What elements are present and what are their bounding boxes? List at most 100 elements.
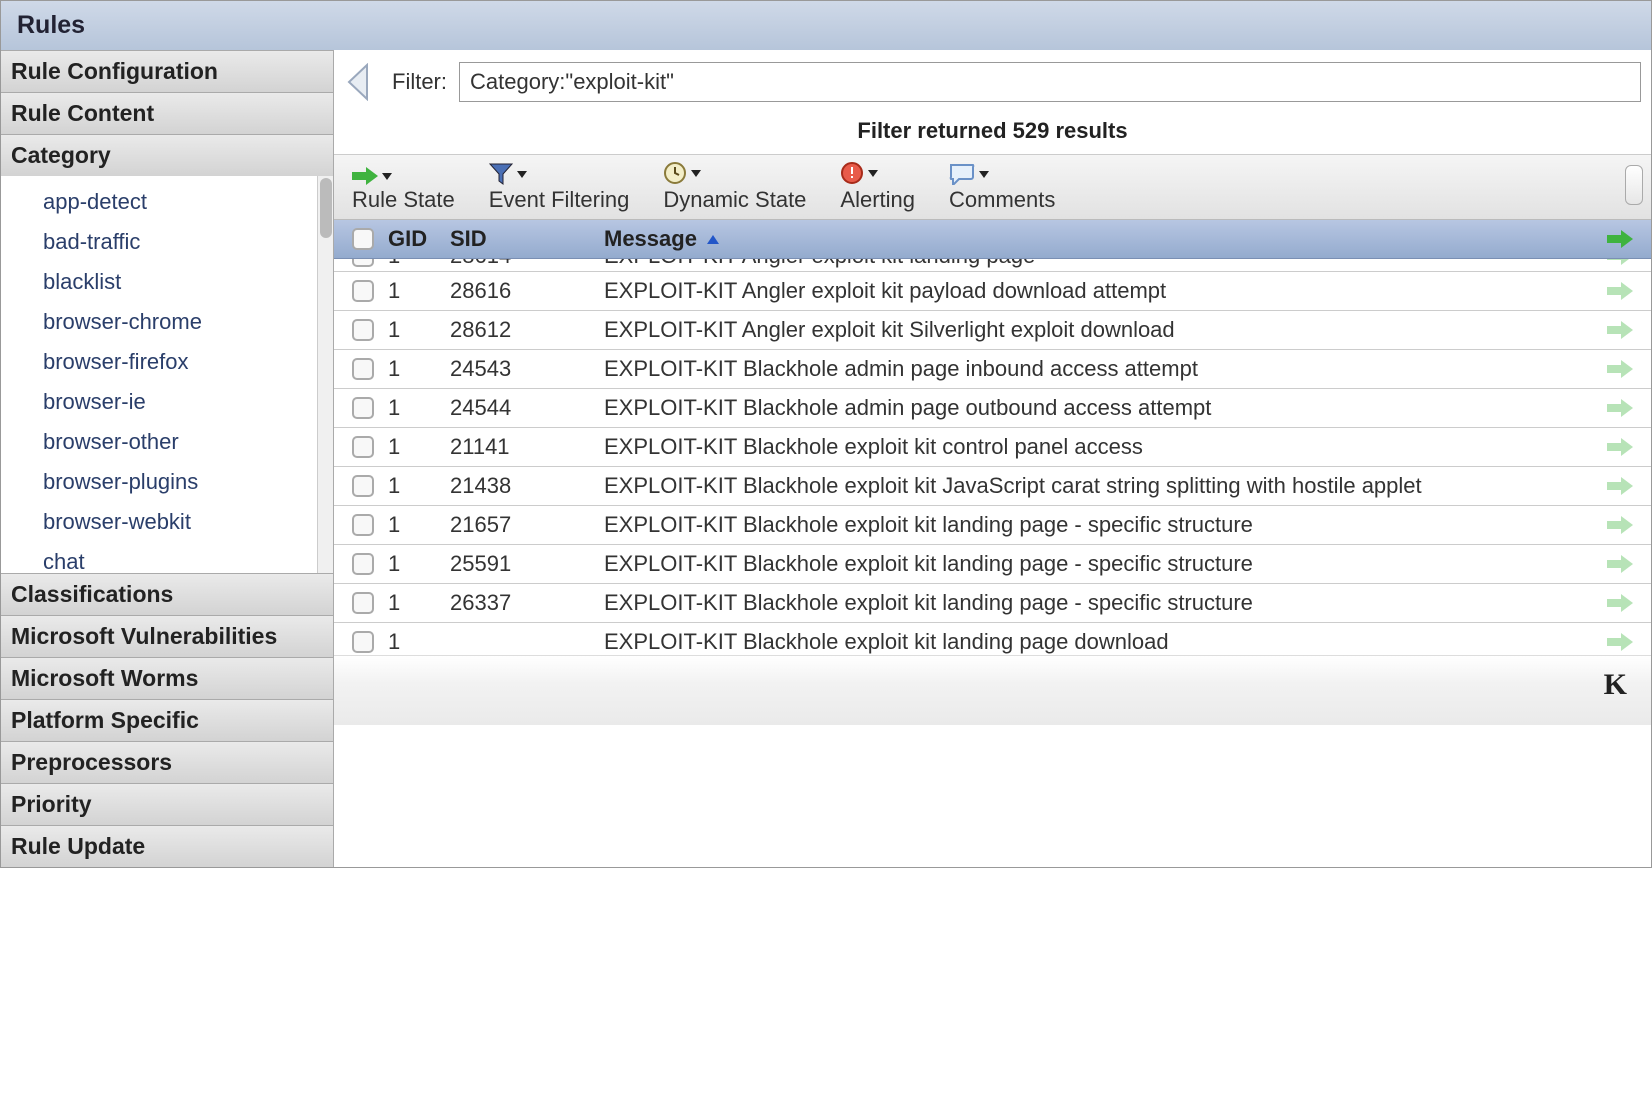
arrow-right-icon[interactable] <box>1607 477 1633 495</box>
table-row[interactable]: 121657EXPLOIT-KIT Blackhole exploit kit … <box>334 506 1651 545</box>
cell-gid: 1 <box>388 317 450 343</box>
sidebar-scroll-thumb[interactable] <box>320 178 332 238</box>
sidebar-section[interactable]: Priority <box>1 783 333 825</box>
caret-down-icon <box>979 171 989 178</box>
table-body: 128614EXPLOIT-KIT Angler exploit kit lan… <box>334 259 1651 655</box>
row-checkbox[interactable] <box>352 592 374 614</box>
cell-message: EXPLOIT-KIT Angler exploit kit Silverlig… <box>604 317 1589 343</box>
sidebar-section[interactable]: Rule Content <box>1 92 333 134</box>
table-row[interactable]: 128612EXPLOIT-KIT Angler exploit kit Sil… <box>334 311 1651 350</box>
column-gid[interactable]: GID <box>388 226 450 252</box>
page-title: Rules <box>1 1 1651 50</box>
table-row[interactable]: 124544EXPLOIT-KIT Blackhole admin page o… <box>334 389 1651 428</box>
sidebar-item[interactable]: browser-chrome <box>1 302 333 342</box>
cell-gid: 1 <box>388 278 450 304</box>
cell-message: EXPLOIT-KIT Blackhole exploit kit landin… <box>604 512 1589 538</box>
arrow-right-icon[interactable] <box>1607 555 1633 573</box>
cell-message: EXPLOIT-KIT Blackhole exploit kit landin… <box>604 629 1589 655</box>
table-row[interactable]: 124543EXPLOIT-KIT Blackhole admin page i… <box>334 350 1651 389</box>
sidebar-section[interactable]: Rule Configuration <box>1 50 333 92</box>
first-page-button[interactable]: K <box>1604 668 1627 702</box>
sidebar-item[interactable]: browser-plugins <box>1 462 333 502</box>
sidebar-scrollbar[interactable] <box>317 176 333 573</box>
arrow-right-icon[interactable] <box>1607 360 1633 378</box>
cell-sid: 24543 <box>450 356 604 382</box>
arrow-right-icon[interactable] <box>1607 516 1633 534</box>
sidebar-item[interactable]: browser-other <box>1 422 333 462</box>
arrow-right-icon[interactable] <box>1607 594 1633 612</box>
cell-sid: 28614 <box>450 259 604 269</box>
dynamic-state-menu[interactable]: Dynamic State <box>663 161 806 213</box>
arrow-right-icon[interactable] <box>1607 259 1633 265</box>
toolbar-right-button[interactable] <box>1625 165 1643 205</box>
sidebar-section[interactable]: Rule Update <box>1 825 333 867</box>
back-arrow-icon[interactable] <box>344 62 374 102</box>
row-checkbox[interactable] <box>352 397 374 419</box>
sidebar-section[interactable]: Microsoft Worms <box>1 657 333 699</box>
row-checkbox[interactable] <box>352 280 374 302</box>
sidebar-item[interactable]: browser-ie <box>1 382 333 422</box>
cell-message: EXPLOIT-KIT Blackhole exploit kit JavaSc… <box>604 473 1589 499</box>
arrow-right-icon[interactable] <box>1607 399 1633 417</box>
sidebar-section[interactable]: Microsoft Vulnerabilities <box>1 615 333 657</box>
table-row[interactable]: 125591EXPLOIT-KIT Blackhole exploit kit … <box>334 545 1651 584</box>
alert-icon <box>840 161 864 185</box>
sidebar-section[interactable]: Classifications <box>1 573 333 615</box>
cell-message: EXPLOIT-KIT Angler exploit kit landing p… <box>604 259 1589 269</box>
arrow-right-icon[interactable] <box>1607 438 1633 456</box>
table-row[interactable]: 121438EXPLOIT-KIT Blackhole exploit kit … <box>334 467 1651 506</box>
column-sid[interactable]: SID <box>450 226 604 252</box>
funnel-icon <box>489 163 513 185</box>
row-checkbox[interactable] <box>352 436 374 458</box>
cell-gid: 1 <box>388 473 450 499</box>
toolbar: Rule State Event Filtering Dynamic State <box>334 154 1651 220</box>
row-checkbox[interactable] <box>352 475 374 497</box>
row-checkbox[interactable] <box>352 358 374 380</box>
rule-state-menu[interactable]: Rule State <box>352 167 455 213</box>
cell-message: EXPLOIT-KIT Blackhole exploit kit landin… <box>604 590 1589 616</box>
column-message[interactable]: Message <box>604 226 1589 252</box>
filter-input[interactable] <box>459 62 1641 102</box>
table-row[interactable]: 128614EXPLOIT-KIT Angler exploit kit lan… <box>334 259 1651 272</box>
sidebar-section[interactable]: Platform Specific <box>1 699 333 741</box>
row-checkbox[interactable] <box>352 259 374 267</box>
row-checkbox[interactable] <box>352 553 374 575</box>
cell-sid: 21657 <box>450 512 604 538</box>
cell-gid: 1 <box>388 512 450 538</box>
cell-sid: 28612 <box>450 317 604 343</box>
sidebar-section[interactable]: Preprocessors <box>1 741 333 783</box>
table-row[interactable]: 126337EXPLOIT-KIT Blackhole exploit kit … <box>334 584 1651 623</box>
main-panel: Filter: Filter returned 529 results Rule… <box>334 50 1651 867</box>
cell-sid: 25591 <box>450 551 604 577</box>
sidebar-item[interactable]: chat <box>1 542 333 573</box>
alerting-menu[interactable]: Alerting <box>840 161 915 213</box>
rule-state-label: Rule State <box>352 187 455 213</box>
sidebar-section[interactable]: Category <box>1 134 333 176</box>
category-list: app-detectbad-trafficblacklistbrowser-ch… <box>1 176 333 573</box>
dynamic-state-label: Dynamic State <box>663 187 806 213</box>
arrow-right-icon[interactable] <box>1607 633 1633 651</box>
sidebar-item[interactable]: bad-traffic <box>1 222 333 262</box>
comments-menu[interactable]: Comments <box>949 163 1055 213</box>
caret-down-icon <box>517 171 527 178</box>
sidebar-item[interactable]: browser-firefox <box>1 342 333 382</box>
cell-gid: 1 <box>388 259 450 269</box>
arrow-right-icon[interactable] <box>1607 282 1633 300</box>
select-all-checkbox[interactable] <box>352 228 374 250</box>
row-checkbox[interactable] <box>352 319 374 341</box>
sidebar-item[interactable]: browser-webkit <box>1 502 333 542</box>
sidebar-item[interactable]: app-detect <box>1 182 333 222</box>
sidebar-item[interactable]: blacklist <box>1 262 333 302</box>
alerting-label: Alerting <box>840 187 915 213</box>
table-row[interactable]: 1 EXPLOIT-KIT Blackhole exploit kit landi… <box>334 623 1651 655</box>
arrow-right-icon[interactable] <box>1607 321 1633 339</box>
row-checkbox[interactable] <box>352 631 374 653</box>
cell-gid: 1 <box>388 629 450 655</box>
cell-message: EXPLOIT-KIT Blackhole exploit kit contro… <box>604 434 1589 460</box>
event-filtering-label: Event Filtering <box>489 187 630 213</box>
table-row[interactable]: 121141EXPLOIT-KIT Blackhole exploit kit … <box>334 428 1651 467</box>
event-filtering-menu[interactable]: Event Filtering <box>489 163 630 213</box>
row-checkbox[interactable] <box>352 514 374 536</box>
table-header: GID SID Message <box>334 220 1651 259</box>
table-row[interactable]: 128616EXPLOIT-KIT Angler exploit kit pay… <box>334 272 1651 311</box>
